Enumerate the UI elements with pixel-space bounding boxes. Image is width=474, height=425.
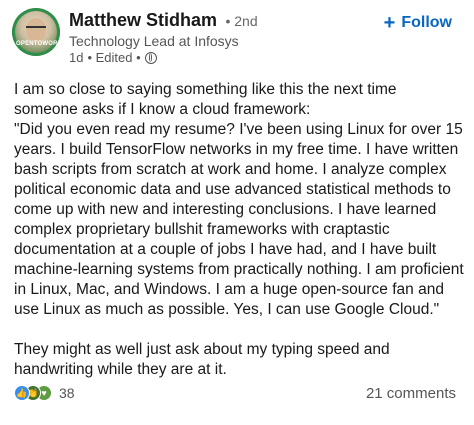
reactions-summary[interactable]: 👍 👏 ♥ 38	[14, 385, 75, 401]
globe-icon	[144, 51, 157, 64]
author-name-row: Matthew Stidham • 2nd	[69, 10, 258, 32]
post-body: I am so close to saying something like t…	[14, 80, 464, 380]
connection-degree: • 2nd	[225, 13, 258, 29]
post-meta: 1d • Edited •	[69, 50, 157, 65]
post-footer: 👍 👏 ♥ 38 21 comments	[0, 380, 474, 414]
open-to-work-badge: OPENTOWORK	[16, 41, 60, 47]
author-name[interactable]: Matthew Stidham	[69, 10, 217, 30]
comments-count[interactable]: 21 comments	[366, 385, 456, 402]
edited-label: • Edited •	[87, 50, 141, 65]
avatar-glasses	[26, 26, 46, 34]
post-paragraph-3: They might as well just ask about my typ…	[14, 341, 390, 378]
post-paragraph-2: "Did you even read my resume? I've been …	[14, 121, 464, 318]
avatar[interactable]: OPENTOWORK	[12, 8, 60, 56]
post-paragraph-1: I am so close to saying something like t…	[14, 81, 397, 118]
post-header: OPENTOWORK Matthew Stidham • 2nd Technol…	[0, 0, 474, 72]
reaction-count: 38	[59, 385, 75, 401]
follow-button[interactable]: + Follow	[384, 12, 452, 34]
follow-label: Follow	[401, 14, 452, 31]
like-icon: 👍	[14, 385, 30, 401]
author-headline: Technology Lead at Infosys	[69, 33, 239, 49]
post-time: 1d	[69, 50, 84, 65]
plus-icon: +	[383, 12, 396, 34]
